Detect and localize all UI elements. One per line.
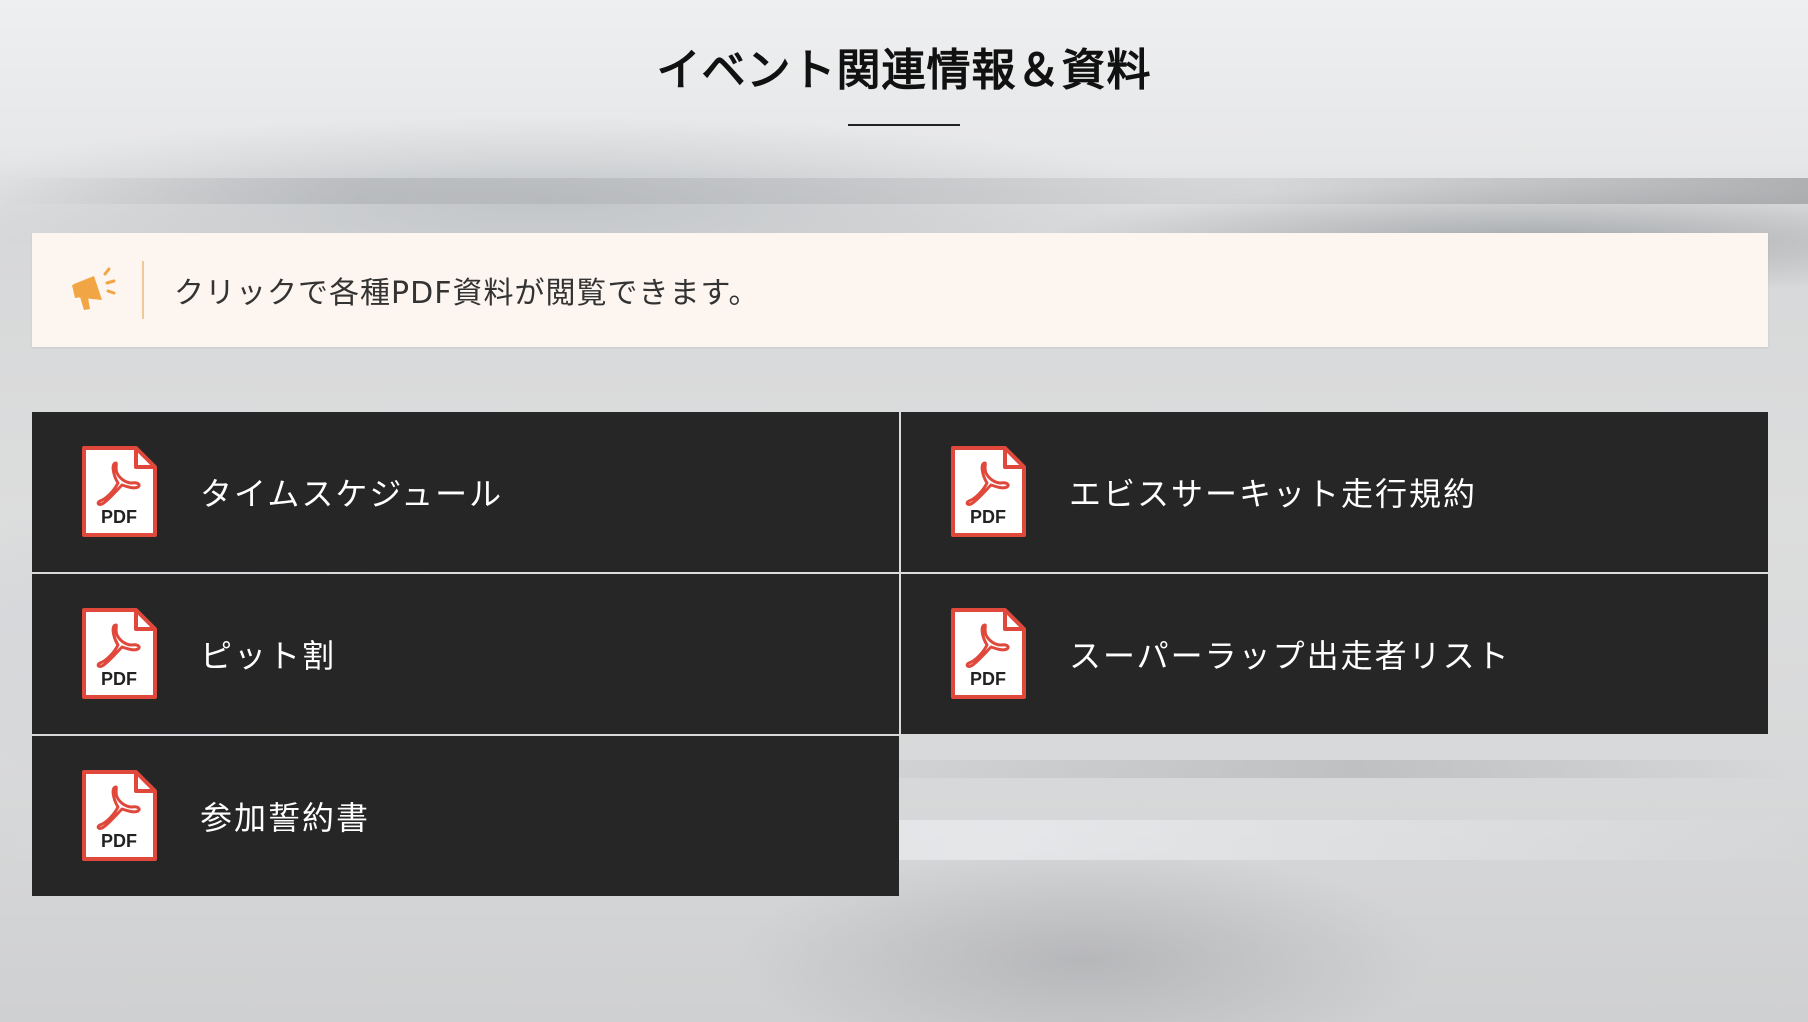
megaphone-icon: [62, 267, 124, 313]
pdf-icon-label: PDF: [101, 669, 137, 689]
pdf-file-icon: PDF: [82, 446, 157, 537]
notice-banner: クリックで各種PDF資料が閲覧できます。: [32, 233, 1768, 347]
pdf-icon-label: PDF: [101, 831, 137, 851]
doc-link-time-schedule[interactable]: PDF タイムスケジュール: [32, 412, 899, 572]
documents-grid: PDF タイムスケジュール PDF エビスサーキット走行規約 PDF ピット割 …: [32, 412, 1768, 896]
doc-link-pit-assignment[interactable]: PDF ピット割: [32, 574, 899, 734]
doc-label: エビスサーキット走行規約: [1069, 475, 1478, 513]
pdf-icon-label: PDF: [970, 669, 1006, 689]
notice-divider: [142, 261, 144, 319]
doc-label: ピット割: [200, 637, 337, 675]
pdf-file-icon: PDF: [82, 770, 157, 861]
notice-text: クリックで各種PDF資料が閲覧できます。: [174, 276, 760, 311]
doc-label: 参加誓約書: [200, 799, 371, 837]
pdf-icon-label: PDF: [970, 507, 1006, 527]
pdf-file-icon: PDF: [951, 608, 1026, 699]
doc-label: スーパーラップ出走者リスト: [1069, 637, 1511, 675]
page-title: イベント関連情報＆資料: [656, 45, 1152, 96]
background-streak: [0, 178, 1808, 204]
doc-link-circuit-rules[interactable]: PDF エビスサーキット走行規約: [901, 412, 1768, 572]
doc-label: タイムスケジュール: [200, 475, 504, 513]
title-underline: [848, 123, 960, 126]
pdf-file-icon: PDF: [951, 446, 1026, 537]
section-header: イベント関連情報＆資料: [0, 40, 1808, 126]
doc-link-participation-pledge[interactable]: PDF 参加誓約書: [32, 736, 899, 896]
pdf-icon-label: PDF: [101, 507, 137, 527]
doc-link-super-lap-entrants[interactable]: PDF スーパーラップ出走者リスト: [901, 574, 1768, 734]
pdf-file-icon: PDF: [82, 608, 157, 699]
